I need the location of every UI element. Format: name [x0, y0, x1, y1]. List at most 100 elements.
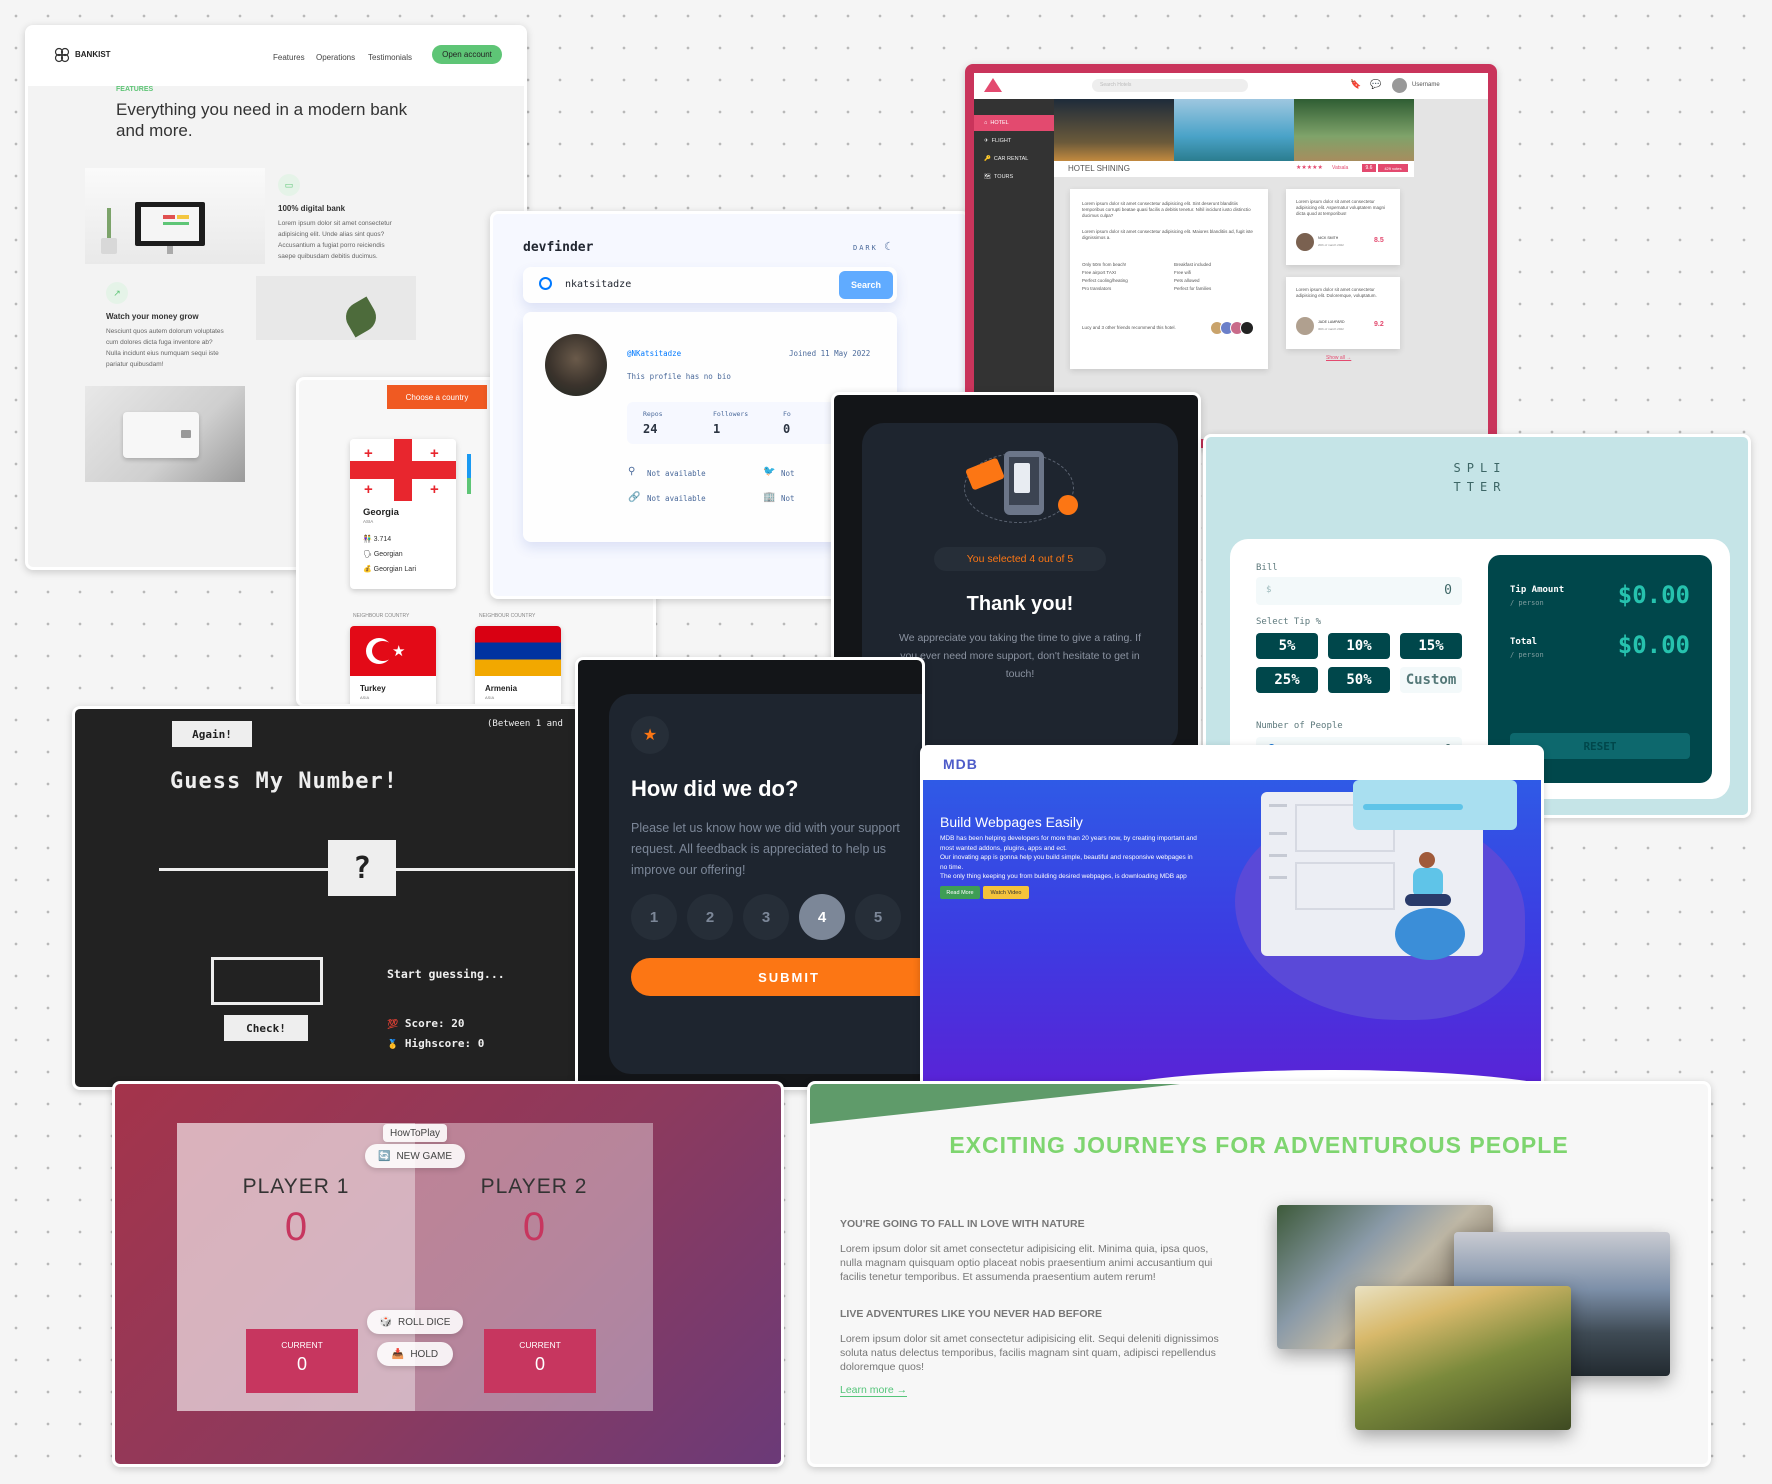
- check-button[interactable]: Check!: [224, 1015, 308, 1041]
- score-row: 💯 Score: 20: [387, 1017, 464, 1030]
- rating-1[interactable]: 1: [631, 894, 677, 940]
- feature-image-computer: [85, 168, 265, 264]
- hotel-avatar[interactable]: [1392, 78, 1407, 93]
- guess-input[interactable]: [211, 957, 323, 1005]
- hotel-username[interactable]: Username: [1412, 82, 1440, 88]
- hotel-photo-1: [1054, 99, 1174, 161]
- player-2-score: 0: [522, 1205, 546, 1249]
- section-text-1: Lorem ipsum dolor sit amet consectetur a…: [840, 1243, 1213, 1283]
- sidebar-item-car-rental[interactable]: 🔑 CAR RENTAL: [974, 151, 1054, 167]
- feature-item: Only 50m from beach!: [1082, 262, 1127, 267]
- show-all-link[interactable]: Show all →: [1326, 355, 1351, 361]
- tip-50-button[interactable]: 50%: [1328, 667, 1390, 693]
- sidebar-item-tours[interactable]: 🗺 TOURS: [974, 169, 1054, 185]
- score-value: 20: [451, 1017, 465, 1030]
- again-button[interactable]: Again!: [172, 721, 252, 747]
- feature-item: Pro translators: [1082, 286, 1112, 291]
- submit-button[interactable]: SUBMIT: [631, 958, 922, 996]
- new-game-label: NEW GAME: [396, 1150, 452, 1162]
- feature-item: Pets allowed: [1174, 278, 1200, 283]
- rating-5[interactable]: 5: [855, 894, 901, 940]
- feature-item: Free wifi: [1174, 270, 1192, 275]
- flag-turkey: ★: [350, 626, 436, 676]
- flag-armenia: [475, 626, 561, 676]
- highscore-row: 🥇 Highscore: 0: [387, 1037, 484, 1050]
- watch-video-button[interactable]: Watch Video: [983, 886, 1029, 899]
- bankist-logo-text: BANKIST: [75, 50, 111, 59]
- hold-button[interactable]: 📥 HOLD: [377, 1342, 453, 1366]
- blog-value[interactable]: Not available: [647, 494, 706, 503]
- new-game-button[interactable]: 🔄 NEW GAME: [365, 1144, 465, 1168]
- hotel-description-card: Lorem ipsum dolor sit amet consectetur a…: [1070, 189, 1268, 369]
- location-icon: ⚲: [628, 466, 636, 477]
- flag-georgia: + + + +: [350, 439, 456, 501]
- choose-country-button[interactable]: Choose a country: [387, 385, 487, 409]
- hotel-score-badge: 9.6: [1362, 164, 1376, 172]
- bankist-nav: BANKIST Features Operations Testimonials…: [28, 28, 524, 86]
- learn-more-link[interactable]: Learn more →: [840, 1384, 908, 1397]
- theme-toggle[interactable]: DARK ☾: [853, 240, 893, 253]
- secret-number: ?: [328, 840, 396, 896]
- section-label: FEATURES: [116, 86, 154, 93]
- tip-5-button[interactable]: 5%: [1256, 633, 1318, 659]
- company-icon: 🏢: [763, 492, 776, 503]
- hero-text-3: The only thing keeping you from building…: [940, 873, 1187, 880]
- search-button[interactable]: Search: [839, 271, 893, 299]
- hero-text: MDB has been helping developers for more…: [940, 834, 1200, 882]
- hotel-features-right: Breakfast included Free wifi Pets allowe…: [1174, 261, 1211, 293]
- sidebar-item-hotel[interactable]: ⌂ HOTEL: [974, 115, 1054, 131]
- nav-link-features[interactable]: Features: [273, 53, 305, 62]
- hold-label: HOLD: [410, 1348, 439, 1360]
- sidebar-item-flight[interactable]: ✈ FLIGHT: [974, 133, 1054, 149]
- rating-2[interactable]: 2: [687, 894, 733, 940]
- profile-username[interactable]: @NKatsitadze: [627, 349, 681, 358]
- tip-25-button[interactable]: 25%: [1256, 667, 1318, 693]
- rating-title: How did we do?: [631, 776, 799, 801]
- player-1-score: 0: [284, 1205, 308, 1249]
- player-2-name: PLAYER 2: [480, 1175, 588, 1198]
- review-date: 30th of march 2022: [1318, 327, 1344, 331]
- nav-link-testimonials[interactable]: Testimonials: [368, 53, 412, 62]
- rating-4-selected[interactable]: 4: [799, 894, 845, 940]
- stat-repos-label: Repos: [643, 410, 663, 418]
- neighbour-region-1: ASIA: [360, 695, 370, 700]
- neighbour-name-1: Turkey: [360, 684, 386, 693]
- chat-icon[interactable]: 💬: [1370, 79, 1381, 90]
- neighbour-label-2: NEIGHBOUR COUNTRY: [479, 613, 536, 619]
- tip-10-button[interactable]: 10%: [1328, 633, 1390, 659]
- bookmark-icon[interactable]: 🔖: [1350, 79, 1361, 90]
- currency-row: 💰 Georgian Lari: [363, 565, 416, 573]
- people-icon: 👫: [363, 536, 372, 543]
- country-name: Georgia: [363, 507, 399, 518]
- review-score: 8.5: [1374, 237, 1384, 244]
- bill-input[interactable]: $ 0: [1256, 577, 1462, 605]
- reviewer-avatar: [1296, 233, 1314, 251]
- hotel-search-input[interactable]: Search Hotels: [1092, 79, 1248, 92]
- read-more-button[interactable]: Read More: [940, 886, 980, 899]
- bankist-logo-icon: [54, 47, 70, 63]
- currency-value: Georgian Lari: [373, 566, 417, 573]
- how-to-play-button[interactable]: HowToPlay: [383, 1124, 447, 1142]
- person-illustration: [1405, 852, 1451, 920]
- roll-dice-button[interactable]: 🎲 ROLL DICE: [367, 1310, 463, 1334]
- current-value: 0: [296, 1354, 307, 1374]
- rating-screenshot: ★ How did we do? Please let us know how …: [575, 657, 925, 1090]
- language-row: 🗣 Georgian: [363, 550, 403, 558]
- review-score: 9.2: [1374, 321, 1384, 328]
- review-card-1: Lorem ipsum dolor sit amet consectetur a…: [1286, 189, 1400, 265]
- company-value: Not: [781, 494, 795, 503]
- reviewer-avatar: [1296, 317, 1314, 335]
- search-input[interactable]: nkatsitadze: [565, 279, 631, 290]
- highscore-value: 0: [477, 1037, 485, 1050]
- feature-image-card: [85, 386, 245, 482]
- thank-you-title: Thank you!: [966, 593, 1074, 615]
- open-account-button[interactable]: Open account: [432, 45, 502, 64]
- splitter-logo: SPLI TTER: [1206, 459, 1748, 497]
- rating-3[interactable]: 3: [743, 894, 789, 940]
- tip-15-button[interactable]: 15%: [1400, 633, 1462, 659]
- feature2-text: Nesciunt quos autem dolorum voluptates c…: [106, 328, 224, 368]
- nav-link-operations[interactable]: Operations: [316, 53, 355, 62]
- hotel-desc-2: Lorem ipsum dolor sit amet consectetur a…: [1082, 229, 1253, 240]
- country-card-georgia: + + + + Georgia ASIA 👫 3.714 🗣 Georgian …: [350, 439, 456, 589]
- tip-custom-input[interactable]: Custom: [1400, 667, 1462, 693]
